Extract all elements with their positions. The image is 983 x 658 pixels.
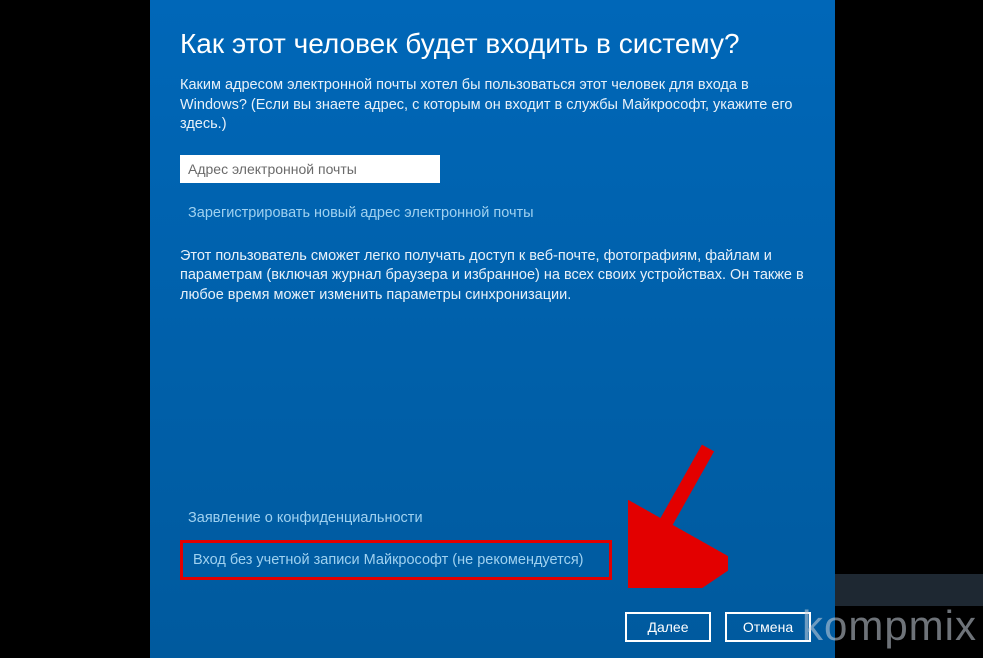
page-title: Как этот человек будет входить в систему… — [180, 28, 805, 60]
next-button[interactable]: Далее — [625, 612, 711, 642]
register-new-email-link[interactable]: Зарегистрировать новый адрес электронной… — [188, 205, 805, 221]
sign-in-without-microsoft-account-link[interactable]: Вход без учетной записи Майкрософт (не р… — [193, 552, 584, 568]
button-row: Далее Отмена — [625, 612, 811, 642]
privacy-statement-link[interactable]: Заявление о конфиденциальности — [188, 510, 612, 526]
cancel-button[interactable]: Отмена — [725, 612, 811, 642]
instruction-text: Каким адресом электронной почты хотел бы… — [180, 76, 805, 135]
bottom-links: Заявление о конфиденциальности Вход без … — [180, 510, 612, 580]
email-input[interactable] — [180, 155, 440, 183]
add-user-dialog: Как этот человек будет входить в систему… — [150, 0, 835, 658]
highlight-box: Вход без учетной записи Майкрософт (не р… — [180, 540, 612, 580]
upload-badge — [835, 574, 983, 606]
description-text: Этот пользователь сможет легко получать … — [180, 247, 805, 306]
